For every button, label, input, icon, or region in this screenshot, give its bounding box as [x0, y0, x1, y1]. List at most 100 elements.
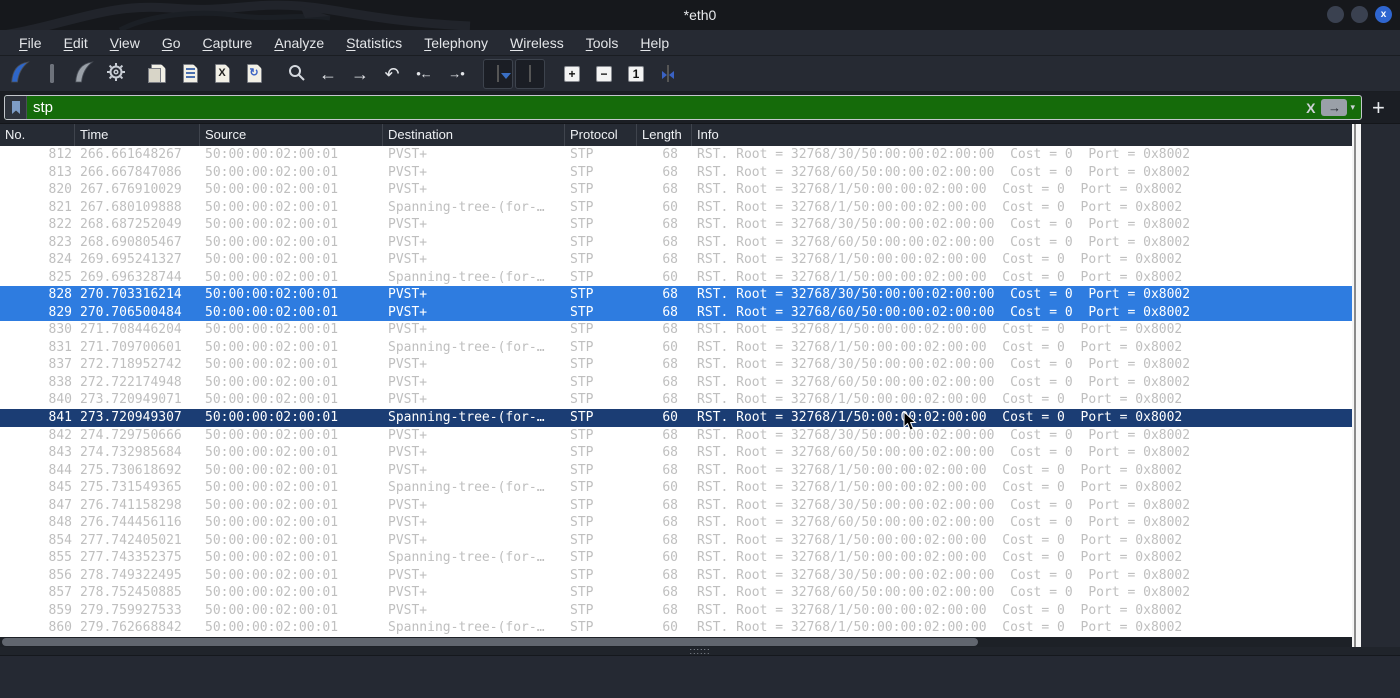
- clear-filter-icon[interactable]: X: [1300, 100, 1321, 116]
- cell-source: 50:00:00:02:00:01: [205, 182, 339, 198]
- packet-row-857[interactable]: 857 278.752450885 50:00:00:02:00:01 PVST+ ST…: [0, 584, 1352, 602]
- column-header-source[interactable]: Source: [200, 124, 383, 146]
- column-header-info[interactable]: Info: [692, 124, 1352, 146]
- auto-scroll-toggle[interactable]: [483, 58, 513, 89]
- close-file-button[interactable]: X: [207, 59, 237, 89]
- cell-source: 50:00:00:02:00:01: [205, 462, 339, 478]
- cell-length: 68: [662, 427, 678, 443]
- menu-item-view[interactable]: View: [99, 31, 151, 55]
- stop-capture-button[interactable]: [37, 59, 67, 89]
- filter-text[interactable]: stp: [27, 99, 1300, 116]
- filter-dropdown-caret-icon[interactable]: ▾: [1350, 102, 1361, 113]
- menu-item-help[interactable]: Help: [629, 31, 680, 55]
- close-button[interactable]: x: [1375, 6, 1392, 23]
- display-filter-input[interactable]: stp X → ▾: [4, 95, 1362, 120]
- menu-item-statistics[interactable]: Statistics: [335, 31, 413, 55]
- apply-filter-button[interactable]: →: [1321, 99, 1348, 116]
- last-packet-button[interactable]: →•: [441, 59, 471, 89]
- zoom-in-button[interactable]: +: [557, 59, 587, 89]
- pane-splitter[interactable]: ::::::: [0, 647, 1400, 656]
- restart-capture-button[interactable]: [69, 59, 99, 89]
- first-packet-button[interactable]: •←: [409, 59, 439, 89]
- menu-item-file[interactable]: File: [8, 31, 53, 55]
- column-header-time[interactable]: Time: [75, 124, 200, 146]
- menu-item-tools[interactable]: Tools: [575, 31, 630, 55]
- start-capture-button[interactable]: [5, 59, 35, 89]
- packet-row-813[interactable]: 813 266.667847086 50:00:00:02:00:01 PVST+ ST…: [0, 164, 1352, 182]
- open-file-button[interactable]: [143, 59, 173, 89]
- packet-row-824[interactable]: 824 269.695241327 50:00:00:02:00:01 PVST+ ST…: [0, 251, 1352, 269]
- menu-item-analyze[interactable]: Analyze: [263, 31, 335, 55]
- column-header-no[interactable]: No.: [0, 124, 75, 146]
- packet-row-847[interactable]: 847 276.741158298 50:00:00:02:00:01 PVST+ ST…: [0, 497, 1352, 515]
- cell-no: 820: [48, 182, 72, 198]
- go-forward-button[interactable]: →: [345, 59, 375, 89]
- cell-no: 840: [48, 392, 72, 408]
- cell-protocol: STP: [570, 269, 594, 285]
- packet-row-854[interactable]: 854 277.742405021 50:00:00:02:00:01 PVST+ ST…: [0, 532, 1352, 550]
- normal-size-button[interactable]: 1: [621, 59, 651, 89]
- vertical-scrollbar-thumb[interactable]: [1354, 124, 1356, 647]
- packet-row-844[interactable]: 844 275.730618692 50:00:00:02:00:01 PVST+ ST…: [0, 462, 1352, 480]
- packet-row-856[interactable]: 856 278.749322495 50:00:00:02:00:01 PVST+ ST…: [0, 567, 1352, 585]
- cell-time: 279.759927533: [80, 602, 182, 618]
- packet-row-859[interactable]: 859 279.759927533 50:00:00:02:00:01 PVST+ ST…: [0, 602, 1352, 620]
- packet-row-812[interactable]: 812 266.661648267 50:00:00:02:00:01 PVST+ ST…: [0, 146, 1352, 164]
- horizontal-scrollbar-thumb[interactable]: [2, 638, 978, 646]
- packet-row-845[interactable]: 845 275.731549365 50:00:00:02:00:01 Spannin…: [0, 479, 1352, 497]
- cell-time: 278.749322495: [80, 567, 182, 583]
- cell-no: 825: [48, 269, 72, 285]
- cell-protocol: STP: [570, 252, 594, 268]
- find-packet-button[interactable]: [281, 59, 311, 89]
- cell-info: RST. Root = 32768/60/50:00:00:02:00:00 C…: [697, 374, 1191, 390]
- cell-time: 272.718952742: [80, 357, 182, 373]
- capture-options-button[interactable]: [101, 59, 131, 89]
- packet-row-828[interactable]: 828 270.703316214 50:00:00:02:00:01 PVST+ ST…: [0, 286, 1352, 304]
- reload-file-button[interactable]: ↻: [239, 59, 269, 89]
- cell-source: 50:00:00:02:00:01: [205, 445, 339, 461]
- column-header-destination[interactable]: Destination: [383, 124, 565, 146]
- zoom-out-button[interactable]: −: [589, 59, 619, 89]
- cell-destination: PVST+: [388, 164, 428, 180]
- menu-item-telephony[interactable]: Telephony: [413, 31, 499, 55]
- go-to-packet-button[interactable]: ↶: [377, 59, 407, 89]
- toolbar-separator: [546, 59, 556, 89]
- cell-info: RST. Root = 32768/30/50:00:00:02:00:00 C…: [697, 357, 1191, 373]
- cell-length: 68: [662, 287, 678, 303]
- packet-row-823[interactable]: 823 268.690805467 50:00:00:02:00:01 PVST+ ST…: [0, 234, 1352, 252]
- packet-list-header: No. Time Source Destination Protocol Length In…: [0, 124, 1352, 146]
- column-header-length[interactable]: Length: [637, 124, 692, 146]
- go-back-button[interactable]: ←: [313, 59, 343, 89]
- packet-row-840[interactable]: 840 273.720949071 50:00:00:02:00:01 PVST+ ST…: [0, 391, 1352, 409]
- minimize-button[interactable]: [1327, 6, 1344, 23]
- column-header-protocol[interactable]: Protocol: [565, 124, 637, 146]
- packet-row-841[interactable]: 841 273.720949307 50:00:00:02:00:01 Spannin…: [0, 408, 1352, 427]
- menu-item-capture[interactable]: Capture: [192, 31, 264, 55]
- packet-row-842[interactable]: 842 274.729750666 50:00:00:02:00:01 PVST+ ST…: [0, 427, 1352, 445]
- packet-row-838[interactable]: 838 272.722174948 50:00:00:02:00:01 PVST+ ST…: [0, 374, 1352, 392]
- packet-row-855[interactable]: 855 277.743352375 50:00:00:02:00:01 Spannin…: [0, 549, 1352, 567]
- vertical-scrollbar[interactable]: [1352, 124, 1361, 647]
- packet-row-820[interactable]: 820 267.676910029 50:00:00:02:00:01 PVST+ ST…: [0, 181, 1352, 199]
- packet-row-837[interactable]: 837 272.718952742 50:00:00:02:00:01 PVST+ ST…: [0, 356, 1352, 374]
- menu-item-edit[interactable]: Edit: [53, 31, 99, 55]
- packet-row-831[interactable]: 831 271.709700601 50:00:00:02:00:01 Spannin…: [0, 339, 1352, 357]
- packet-row-830[interactable]: 830 271.708446204 50:00:00:02:00:01 PVST+ ST…: [0, 321, 1352, 339]
- packet-row-860[interactable]: 860 279.762668842 50:00:00:02:00:01 Spannin…: [0, 619, 1352, 637]
- horizontal-scrollbar[interactable]: [0, 637, 1352, 647]
- menu-item-go[interactable]: Go: [151, 31, 192, 55]
- save-file-button[interactable]: [175, 59, 205, 89]
- filter-bookmark-button[interactable]: [5, 96, 27, 119]
- packet-row-825[interactable]: 825 269.696328744 50:00:00:02:00:01 Spannin…: [0, 269, 1352, 287]
- resize-columns-button[interactable]: [653, 59, 683, 89]
- packet-row-821[interactable]: 821 267.680109888 50:00:00:02:00:01 Spannin…: [0, 199, 1352, 217]
- colorize-toggle[interactable]: [515, 58, 545, 89]
- maximize-button[interactable]: [1351, 6, 1368, 23]
- packet-row-843[interactable]: 843 274.732985684 50:00:00:02:00:01 PVST+ ST…: [0, 444, 1352, 462]
- packet-row-848[interactable]: 848 276.744456116 50:00:00:02:00:01 PVST+ ST…: [0, 514, 1352, 532]
- packet-row-822[interactable]: 822 268.687252049 50:00:00:02:00:01 PVST+ ST…: [0, 216, 1352, 234]
- cell-info: RST. Root = 32768/60/50:00:00:02:00:00 C…: [697, 445, 1191, 461]
- add-filter-button[interactable]: +: [1372, 96, 1385, 119]
- packet-row-829[interactable]: 829 270.706500484 50:00:00:02:00:01 PVST+ ST…: [0, 303, 1352, 322]
- menu-item-wireless[interactable]: Wireless: [499, 31, 575, 55]
